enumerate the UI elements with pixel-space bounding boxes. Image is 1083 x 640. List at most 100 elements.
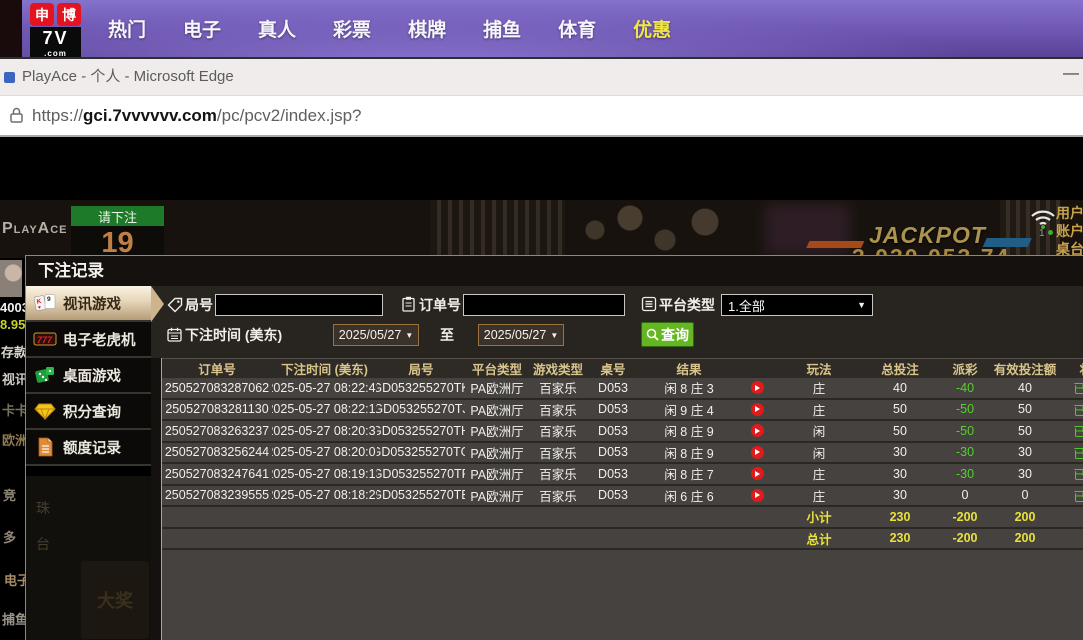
document-icon — [33, 437, 57, 457]
cell-valid: 30 — [1018, 445, 1032, 460]
logo-text: 7V — [30, 27, 81, 49]
background-fragment: 台 — [36, 536, 50, 552]
cell-round: GD053255270TK — [377, 380, 465, 395]
tab-label: 电子老虎机 — [63, 332, 136, 349]
wifi-icon — [1028, 206, 1058, 230]
cell-round: GD053255270TF — [377, 466, 465, 481]
minimize-button[interactable]: — — [1063, 65, 1079, 83]
play-video-button[interactable] — [750, 402, 764, 416]
cell-status: 已派彩 — [1073, 382, 1083, 397]
order-number-input[interactable] — [463, 294, 625, 316]
date-range-to-label: 至 — [440, 327, 454, 343]
nav-item-棋牌[interactable]: 棋牌 — [408, 15, 446, 42]
date-to-caret-icon: ▼ — [550, 330, 559, 340]
magnifier-icon — [646, 328, 659, 341]
cell-time — [272, 507, 377, 527]
platform-type-label: 平台类型 — [659, 297, 715, 313]
nav-item-捕鱼[interactable]: 捕鱼 — [483, 15, 521, 42]
round-number-input[interactable] — [215, 294, 383, 316]
nav-item-优惠[interactable]: 优惠 — [633, 15, 671, 42]
cell-order: 250527083239555 — [164, 488, 270, 503]
clipboard-icon — [401, 296, 417, 312]
cell-valid: 0 — [1021, 488, 1029, 503]
cell-round: GD053255270TJ — [377, 402, 465, 417]
cell-table: D053 — [598, 466, 628, 481]
cell-time: 2025-05-27 08:18:29 — [272, 488, 377, 503]
svg-text:777: 777 — [37, 335, 53, 345]
playace-brand: PlayAce — [2, 220, 68, 237]
cell-round: GD053255270TG — [377, 445, 465, 460]
cell-bet: 40 — [893, 380, 907, 395]
cell-play_icon — [739, 421, 775, 441]
table-row: 250527083281130 2025-05-27 08:22:12 GD0532… — [162, 400, 1083, 421]
platform-type-value: 1.全部 — [728, 298, 765, 314]
nav-item-真人[interactable]: 真人 — [258, 15, 296, 42]
tab-积分查询[interactable]: 积分查询 — [26, 394, 151, 430]
date-to-picker[interactable]: 2025/05/27 ▼ — [478, 324, 564, 346]
cell-valid: 50 — [1018, 402, 1032, 417]
cell-play: 庄 — [812, 489, 826, 504]
table-row: 250527083247641 2025-05-27 08:19:13 GD0532… — [162, 464, 1083, 486]
cell-game: 百家乐 — [539, 446, 577, 461]
tab-电子老虎机[interactable]: 777 电子老虎机 — [26, 322, 151, 358]
cell-status: 已派彩 — [1073, 403, 1083, 418]
cell-valid: 50 — [1018, 423, 1032, 438]
nav-menu: 热门 电子 真人 彩票 棋牌 捕鱼 体育 优惠 — [108, 0, 671, 57]
cell-bet: 30 — [893, 466, 907, 481]
nav-item-彩票[interactable]: 彩票 — [333, 15, 371, 42]
column-header: 玩法 — [806, 363, 832, 377]
cell-time: 2025-05-27 08:20:01 — [272, 445, 377, 460]
play-video-button[interactable] — [750, 445, 764, 459]
date-from-picker[interactable]: 2025/05/27 ▼ — [333, 324, 419, 346]
filter-area: 局号 订单号 平台类型 1.全部 ▼ 下注时间 (美东) 2025/05/27 … — [151, 286, 1083, 358]
tab-额度记录[interactable]: 额度记录 — [26, 430, 151, 466]
logo-badge-2: 博 — [57, 3, 81, 26]
play-video-button[interactable] — [750, 424, 764, 438]
column-header: 游戏类型 — [532, 363, 583, 377]
total-row: 总计 230 -200 200 — [162, 529, 1083, 550]
panel-label: 用户 — [1056, 205, 1083, 221]
nav-item-电子[interactable]: 电子 — [183, 15, 221, 42]
cell-payout: -50 — [955, 402, 975, 417]
top-nav: 申 博 7V .com 热门 电子 真人 彩票 棋牌 捕鱼 体育 优惠 — [0, 0, 1083, 58]
url-text[interactable]: https://gci.7vvvvvv.com/pc/pcv2/index.js… — [32, 96, 362, 135]
banner-decoration-stripes — [430, 200, 565, 258]
svg-text:9: 9 — [47, 296, 51, 303]
cell-round — [377, 529, 465, 549]
query-button[interactable]: 查询 — [641, 322, 694, 347]
cell-status: 已派彩 — [1073, 489, 1083, 504]
indicator-dot — [1048, 230, 1053, 235]
nav-item-热门[interactable]: 热门 — [108, 15, 146, 42]
cell-valid: 40 — [1018, 380, 1032, 395]
modal-content: 局号 订单号 平台类型 1.全部 ▼ 下注时间 (美东) 2025/05/27 … — [151, 286, 1083, 640]
site-logo[interactable]: 申 博 7V .com — [30, 3, 82, 58]
cell-bet: 50 — [893, 402, 907, 417]
column-header: 派彩 — [952, 363, 978, 377]
query-button-label: 查询 — [661, 326, 689, 343]
address-bar[interactable]: https://gci.7vvvvvv.com/pc/pcv2/index.js… — [0, 95, 1083, 137]
tab-桌面游戏[interactable]: 桌面游戏 — [26, 358, 151, 394]
nav-item-体育[interactable]: 体育 — [558, 15, 596, 42]
cell-bet: 230 — [889, 509, 911, 524]
slots-icon: 777 — [33, 329, 57, 349]
platform-type-select[interactable]: 1.全部 ▼ — [721, 294, 873, 316]
tab-视讯游戏[interactable]: K ♥ 9 视讯游戏 — [26, 286, 164, 322]
cards-icon: K ♥ 9 — [33, 293, 57, 313]
cell-play: 总计 — [806, 532, 832, 547]
cell-table — [587, 529, 639, 549]
cell-order: 250527083256244 — [164, 445, 270, 460]
side-panel-labels: 用户 账户 桌台 — [1056, 204, 1083, 258]
cell-bet: 30 — [893, 445, 907, 460]
column-header: 状态 — [1057, 359, 1083, 378]
cell-play: 小计 — [806, 511, 832, 526]
column-header: 结果 — [676, 363, 702, 377]
cell-result: 闲 8 庄 9 — [664, 425, 714, 440]
browser-favicon — [4, 72, 15, 83]
play-video-button[interactable] — [750, 488, 764, 502]
play-video-button[interactable] — [750, 381, 764, 395]
tab-label: 桌面游戏 — [63, 368, 121, 385]
column-header: 订单号 — [198, 363, 236, 377]
cell-payout: -200 — [952, 509, 978, 524]
play-video-button[interactable] — [750, 467, 764, 481]
table-row: 250527083287062 2025-05-27 08:22:42 GD0532… — [162, 378, 1083, 400]
